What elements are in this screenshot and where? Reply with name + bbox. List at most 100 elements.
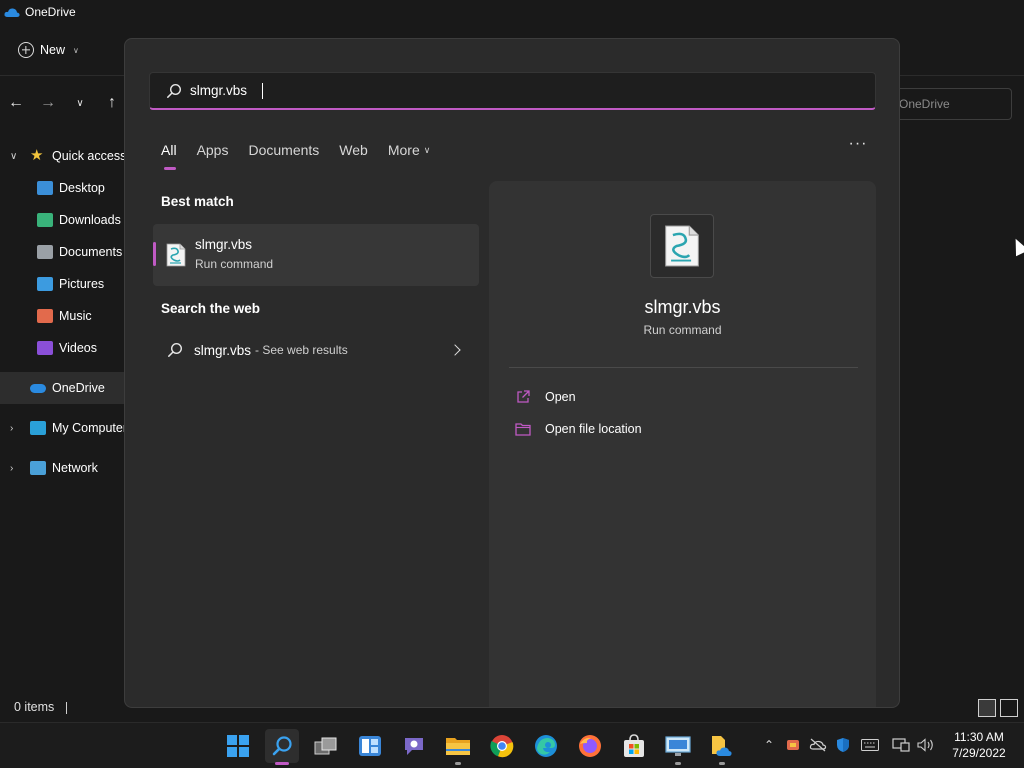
- details-view-icon[interactable]: [978, 699, 996, 717]
- preview-subtitle: Run command: [643, 323, 722, 337]
- navigation-pane: ∨ ★ Quick access Desktop Downloads Documents P…: [0, 140, 128, 484]
- tree-item-label: Pictures: [59, 277, 105, 291]
- taskbar: ⌃ 11:30 AM 7/29/2022: [0, 722, 1024, 768]
- open-file-location-action[interactable]: Open file location: [515, 417, 642, 441]
- web-search-result[interactable]: slmgr.vbs - See web results: [153, 334, 479, 366]
- result-preview-pane: slmgr.vbs Run command Open Open file loc…: [489, 181, 876, 707]
- status-divider: [66, 701, 68, 714]
- chevron-right-icon[interactable]: ›: [10, 423, 13, 434]
- tree-item-desktop[interactable]: Desktop: [0, 172, 124, 204]
- onedrive-offline-tray-icon[interactable]: [808, 735, 828, 755]
- status-bar: 0 items: [14, 700, 68, 714]
- back-arrow-icon[interactable]: ←: [0, 94, 32, 112]
- tree-item-network[interactable]: › Network: [0, 452, 124, 484]
- folder-icon: [515, 423, 531, 436]
- tree-item-videos[interactable]: Videos: [0, 332, 124, 364]
- tab-apps[interactable]: Apps: [197, 137, 229, 163]
- tree-item-quick-access[interactable]: ∨ ★ Quick access: [0, 140, 126, 172]
- widgets-button[interactable]: [353, 729, 387, 763]
- search-icon: [272, 736, 292, 756]
- clock[interactable]: 11:30 AM 7/29/2022: [944, 729, 1014, 761]
- network-tray-icon[interactable]: [891, 735, 911, 755]
- search-taskbar-button[interactable]: [265, 729, 299, 765]
- best-match-result[interactable]: slmgr.vbs Run command: [153, 224, 479, 286]
- chevron-right-icon[interactable]: ›: [10, 463, 13, 474]
- large-icons-view-icon[interactable]: [1000, 699, 1018, 717]
- window-title-bar: OneDrive: [0, 0, 1024, 24]
- keyboard-input-tray-icon[interactable]: [860, 735, 880, 755]
- firefox-taskbar-button[interactable]: [573, 729, 607, 763]
- download-folder-icon: [37, 213, 53, 227]
- windows-start-button[interactable]: [221, 729, 255, 763]
- tree-item-onedrive[interactable]: OneDrive: [0, 372, 124, 404]
- onedrive-folder-icon: [712, 736, 732, 756]
- clock-time: 11:30 AM: [954, 730, 1004, 744]
- address-text: OneDrive: [899, 97, 950, 111]
- search-box[interactable]: [149, 72, 876, 110]
- tab-all-label: All: [161, 142, 177, 158]
- tree-item-label: Videos: [59, 341, 97, 355]
- running-indicator: [719, 762, 725, 765]
- open-file-location-label: Open file location: [545, 422, 642, 436]
- open-action[interactable]: Open: [515, 385, 576, 409]
- edge-taskbar-button[interactable]: [529, 729, 563, 763]
- security-shield-tray-icon[interactable]: [833, 735, 853, 755]
- onedrive-cloud-icon: [30, 383, 46, 393]
- show-hidden-icons-chevron-icon[interactable]: ⌃: [759, 735, 779, 755]
- firefox-icon: [579, 735, 601, 757]
- volume-tray-icon[interactable]: [916, 735, 936, 755]
- tab-web[interactable]: Web: [339, 137, 368, 163]
- microsoft-store-taskbar-button[interactable]: [617, 729, 651, 763]
- open-action-label: Open: [545, 390, 576, 404]
- tree-item-label: My Computer: [52, 421, 128, 435]
- tree-item-pictures[interactable]: Pictures: [0, 268, 124, 300]
- tab-more[interactable]: More ∨: [388, 137, 431, 163]
- remote-desktop-taskbar-button[interactable]: [661, 729, 695, 765]
- tree-item-label: Network: [52, 461, 98, 475]
- tree-item-label: Downloads: [59, 213, 121, 227]
- more-options-button[interactable]: ···: [847, 135, 869, 155]
- tree-item-downloads[interactable]: Downloads: [0, 204, 124, 236]
- chevron-down-icon[interactable]: ∨: [10, 151, 17, 162]
- tree-item-label: Documents: [59, 245, 123, 259]
- recent-locations-chevron-icon[interactable]: ∨: [64, 98, 96, 109]
- chrome-taskbar-button[interactable]: [485, 729, 519, 763]
- mouse-cursor-icon: [1009, 235, 1024, 257]
- tree-item-documents[interactable]: Documents: [0, 236, 124, 268]
- chevron-right-icon: [449, 344, 461, 356]
- forward-arrow-icon[interactable]: →: [32, 94, 64, 112]
- tree-item-my-computer[interactable]: › My Computer: [0, 412, 128, 444]
- web-result-query: slmgr.vbs: [194, 342, 252, 358]
- app-tray-icon[interactable]: [783, 735, 803, 755]
- task-view-button[interactable]: [309, 729, 343, 763]
- search-the-web-heading: Search the web: [161, 301, 261, 316]
- plus-icon: [18, 42, 34, 58]
- tab-apps-label: Apps: [196, 142, 229, 158]
- widgets-icon: [359, 736, 381, 756]
- tab-all[interactable]: All: [161, 137, 177, 170]
- navigation-buttons: ← → ∨ ↑: [0, 88, 130, 118]
- vbs-script-file-icon: [665, 225, 699, 267]
- star-icon: ★: [30, 147, 44, 164]
- new-button-label: New: [40, 43, 66, 57]
- search-input[interactable]: [190, 83, 830, 98]
- file-explorer-taskbar-button[interactable]: [441, 729, 475, 765]
- chevron-down-icon: ∨: [73, 45, 79, 55]
- preview-divider: [509, 367, 858, 368]
- search-icon: [167, 83, 182, 98]
- view-toggle: [978, 699, 1018, 717]
- music-folder-icon: [37, 309, 53, 323]
- teams-chat-button[interactable]: [397, 729, 431, 763]
- task-view-icon: [314, 737, 337, 755]
- web-result-suffix: - See web results: [255, 343, 348, 357]
- preview-file-icon: [650, 214, 714, 278]
- onedrive-folder-taskbar-button[interactable]: [705, 729, 739, 765]
- pictures-folder-icon: [37, 277, 53, 291]
- search-icon: [168, 342, 183, 357]
- teams-chat-icon: [405, 738, 423, 755]
- best-match-heading: Best match: [161, 194, 234, 209]
- tab-documents[interactable]: Documents: [248, 137, 319, 163]
- new-button[interactable]: New ∨: [18, 38, 79, 62]
- clock-date: 7/29/2022: [952, 746, 1006, 760]
- tree-item-music[interactable]: Music: [0, 300, 124, 332]
